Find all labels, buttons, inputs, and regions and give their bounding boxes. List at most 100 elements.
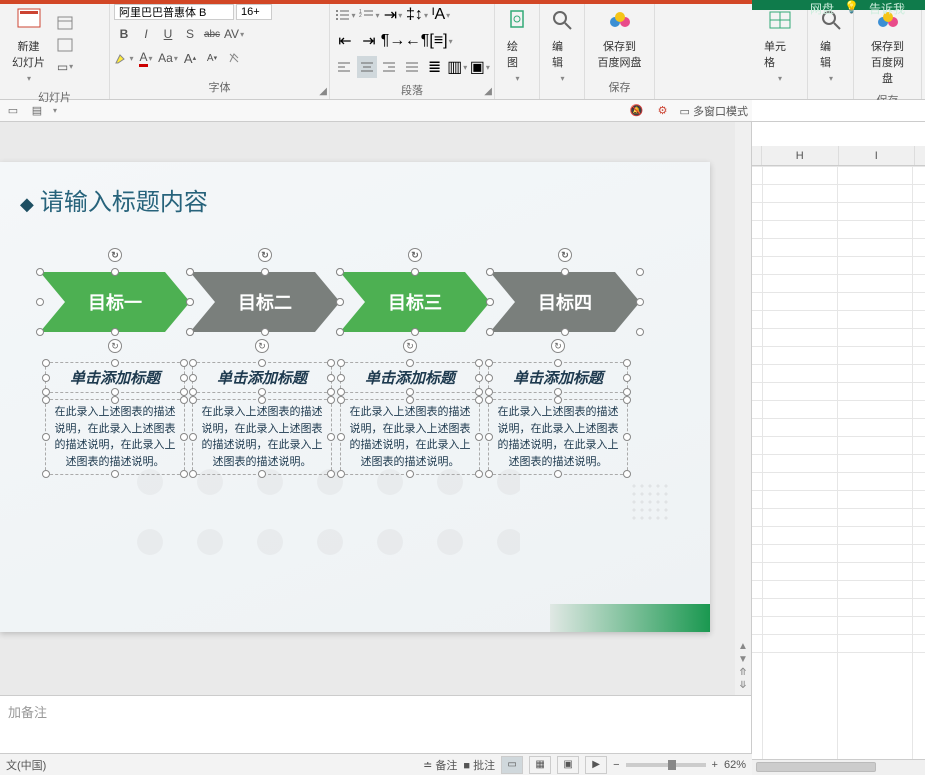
change-case-button[interactable]: Aa▾	[158, 48, 178, 68]
bold-button[interactable]: B	[114, 24, 134, 44]
line-spacing-button[interactable]: ‡↕▾	[406, 4, 428, 26]
scroll-down-icon[interactable]: ▼	[738, 654, 748, 665]
comments-toggle[interactable]: ■ 批注	[463, 757, 495, 773]
decrease-indent-button[interactable]: ⇤	[334, 30, 356, 52]
align-right-button[interactable]	[379, 56, 400, 78]
col-header[interactable]: I	[839, 146, 916, 165]
underline-button[interactable]: U	[158, 24, 178, 44]
font-dialog-launcher-icon[interactable]: ◢	[319, 86, 327, 97]
rotate-handle-icon[interactable]: ↻	[558, 248, 572, 262]
bullets-button[interactable]: ▾	[334, 4, 356, 26]
para-dialog-launcher-icon[interactable]: ◢	[484, 86, 492, 97]
rotate-handle-icon[interactable]: ↻	[255, 339, 269, 353]
rotate-handle-icon[interactable]: ↻	[258, 248, 272, 262]
excel-column-headers[interactable]: H I	[752, 146, 925, 166]
prev-slide-icon[interactable]: ⤊	[739, 667, 747, 678]
align-justify-button[interactable]	[402, 56, 423, 78]
svg-text:2: 2	[359, 13, 362, 19]
language-indicator[interactable]: 文(中国)	[6, 757, 46, 773]
body-textbox[interactable]: 在此录入上述图表的描述说明，在此录入上述图表的描述说明，在此录入上述图表的描述说…	[340, 399, 480, 475]
body-textbox[interactable]: 在此录入上述图表的描述说明，在此录入上述图表的描述说明，在此录入上述图表的描述说…	[192, 399, 332, 475]
cells-button[interactable]: 单元格▾	[756, 2, 803, 87]
zoom-slider[interactable]	[626, 763, 706, 767]
save-baidu-button[interactable]: 保存到 百度网盘	[589, 2, 650, 74]
col-header[interactable]: H	[762, 146, 839, 165]
strike-button[interactable]: abc	[202, 24, 222, 44]
text-direction-button[interactable]: ᴵA▾	[430, 4, 452, 26]
body-textbox[interactable]: 在此录入上述图表的描述说明，在此录入上述图表的描述说明，在此录入上述图表的描述说…	[488, 399, 628, 475]
notes-toggle[interactable]: ≐ 备注	[423, 757, 457, 773]
draw-button[interactable]: 绘图▾	[499, 2, 535, 87]
convert-smartart-button[interactable]: ▣▾	[469, 56, 490, 78]
cells-icon	[766, 6, 794, 34]
normal-view-button[interactable]: ▭	[501, 756, 523, 774]
slideshow-button[interactable]: ▶	[585, 756, 607, 774]
rotate-handle-icon[interactable]: ↻	[551, 339, 565, 353]
body-textbox[interactable]: 在此录入上述图表的描述说明，在此录入上述图表的描述说明，在此录入上述图表的描述说…	[45, 399, 185, 475]
secondary-toolbar: ▭ ▤ ▾ 🔕 ⚙ ▭ 多窗口模式	[0, 100, 752, 122]
slide-corner-accent	[550, 604, 710, 632]
highlight-button[interactable]: ▾	[114, 48, 134, 68]
rotate-handle-icon[interactable]: ↻	[408, 248, 422, 262]
edit-button[interactable]: 编辑▾	[544, 2, 580, 87]
indent-button[interactable]: ⇥▾	[382, 4, 404, 26]
increase-indent-button[interactable]: ⇥	[358, 30, 380, 52]
rotate-handle-icon[interactable]: ↻	[403, 339, 417, 353]
distribute-button[interactable]: ≣	[424, 56, 445, 78]
settings-icon[interactable]: ⚙	[654, 102, 672, 120]
clear-format-button[interactable]	[224, 48, 244, 68]
reading-view-button[interactable]: ▣	[557, 756, 579, 774]
subtitle-textbox[interactable]: 单击添加标题 ↻	[488, 362, 628, 393]
excel-hscrollbar[interactable]	[752, 759, 925, 775]
vertical-scrollbar[interactable]: ▲ ▼ ⤊ ⤋	[735, 122, 751, 695]
mute-icon[interactable]: 🔕	[628, 102, 646, 120]
subtitle-textbox[interactable]: 单击添加标题 ↻	[192, 362, 332, 393]
arrow-shape[interactable]: 目标一 ↻	[40, 272, 190, 332]
layout-icon[interactable]	[55, 13, 75, 33]
sorter-view-button[interactable]: ▦	[529, 756, 551, 774]
shrink-font-button[interactable]: A▾	[202, 48, 222, 68]
align-left-button[interactable]	[334, 56, 355, 78]
shadow-button[interactable]: S	[180, 24, 200, 44]
rtl-button[interactable]: ←¶	[406, 30, 428, 52]
zoom-in-button[interactable]: +	[712, 759, 718, 771]
arrow-shape[interactable]: 目标三 ↻	[340, 272, 490, 332]
draw-icon	[503, 6, 531, 34]
bg-dots-small	[630, 482, 670, 522]
reset-icon[interactable]	[55, 35, 75, 55]
rotate-handle-icon[interactable]: ↻	[108, 339, 122, 353]
char-spacing-button[interactable]: AV▾	[224, 24, 244, 44]
tellme-link[interactable]: 告诉我	[869, 0, 905, 17]
italic-button[interactable]: I	[136, 24, 156, 44]
status-bar: 文(中国) ≐ 备注 ■ 批注 ▭ ▦ ▣ ▶ − + 62%	[0, 753, 752, 775]
zoom-value[interactable]: 62%	[724, 759, 746, 771]
excel-formula-bar[interactable]	[752, 100, 925, 122]
multiwindow-button[interactable]: ▭ 多窗口模式	[680, 103, 748, 119]
slide-canvas-area: 请输入标题内容 目标一 ↻ 目标二 ↻ 目标三 ↻ 目标四 ↻ 单击添加标题 ↻…	[0, 122, 751, 695]
align-center-button[interactable]	[357, 56, 378, 78]
next-slide-icon[interactable]: ⤋	[739, 680, 747, 691]
scroll-up-icon[interactable]: ▲	[738, 641, 748, 652]
font-size-input[interactable]	[236, 4, 272, 20]
numbering-button[interactable]: 12▾	[358, 4, 380, 26]
subtitle-textbox[interactable]: 单击添加标题 ↻	[45, 362, 185, 393]
arrow-shape[interactable]: 目标二 ↻	[190, 272, 340, 332]
section-icon[interactable]: ▭▾	[55, 57, 75, 77]
columns-button[interactable]: ▥▾	[447, 56, 468, 78]
grow-font-button[interactable]: A▴	[180, 48, 200, 68]
font-group-label: 字体	[114, 77, 325, 97]
netdisk-link[interactable]: 网盘	[810, 0, 834, 17]
arrow-shape[interactable]: 目标四 ↻	[490, 272, 640, 332]
slide[interactable]: 请输入标题内容 目标一 ↻ 目标二 ↻ 目标三 ↻ 目标四 ↻ 单击添加标题 ↻…	[0, 162, 710, 632]
ltr-button[interactable]: ¶→	[382, 30, 404, 52]
save-group-label: 保存	[589, 77, 650, 97]
zoom-out-button[interactable]: −	[613, 759, 619, 771]
align-vert-button[interactable]: [≡]▾	[430, 30, 452, 52]
excel-grid[interactable]	[752, 166, 925, 759]
slide-title[interactable]: 请输入标题内容	[20, 182, 208, 217]
new-slide-button[interactable]: 新建 幻灯片▾	[4, 2, 53, 87]
subtitle-textbox[interactable]: 单击添加标题 ↻	[340, 362, 480, 393]
font-name-input[interactable]	[114, 4, 234, 20]
font-color-button[interactable]: A▾	[136, 48, 156, 68]
rotate-handle-icon[interactable]: ↻	[108, 248, 122, 262]
